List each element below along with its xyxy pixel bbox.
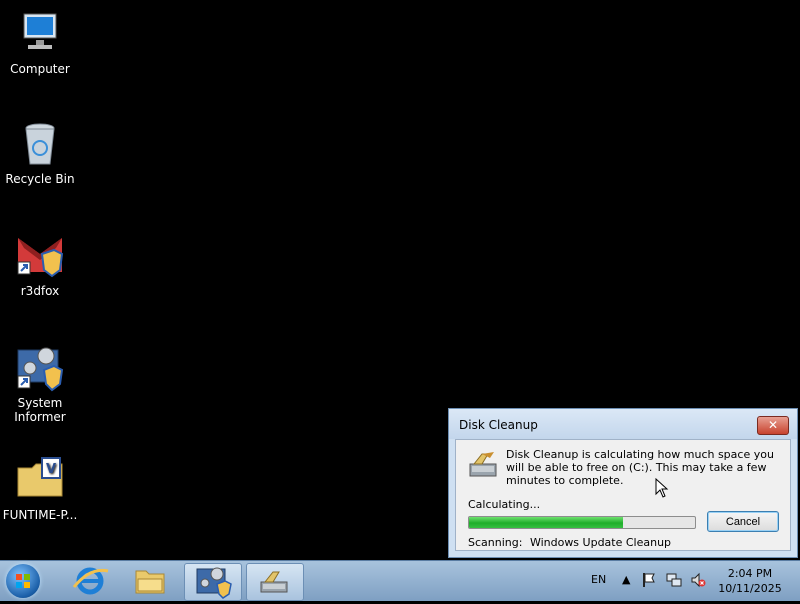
system-informer-icon — [16, 344, 64, 392]
desktop-icon-label: FUNTIME-P... — [2, 508, 78, 522]
taskbar-file-explorer[interactable] — [122, 563, 178, 599]
folder-icon: V — [16, 456, 64, 504]
clock[interactable]: 2:04 PM 10/11/2025 — [712, 566, 788, 596]
dialog-client-area: Disk Cleanup is calculating how much spa… — [455, 439, 791, 551]
taskbar-disk-cleanup[interactable] — [246, 563, 304, 601]
cancel-button[interactable]: Cancel — [707, 511, 779, 532]
internet-explorer-icon — [72, 567, 109, 595]
taskbar-internet-explorer[interactable] — [62, 563, 118, 599]
disk-cleanup-icon — [468, 450, 500, 482]
scanning-status: Scanning: Windows Update Cleanup — [468, 536, 671, 549]
network-icon[interactable] — [666, 572, 682, 592]
show-hidden-icons-icon[interactable]: ▲ — [622, 573, 630, 586]
recycle-bin-icon — [16, 120, 64, 168]
language-indicator[interactable]: EN — [591, 573, 606, 586]
scanning-label: Scanning: — [468, 536, 523, 549]
dialog-title: Disk Cleanup — [459, 418, 538, 432]
status-label: Calculating... — [468, 498, 541, 511]
dialog-message: Disk Cleanup is calculating how much spa… — [506, 448, 774, 487]
desktop-icon-computer[interactable]: Computer — [0, 10, 80, 76]
taskbar-system-informer[interactable] — [184, 563, 242, 601]
desktop-icon-system-informer[interactable]: System Informer — [0, 344, 80, 424]
action-center-flag-icon[interactable] — [642, 572, 656, 592]
scanning-value: Windows Update Cleanup — [529, 536, 672, 549]
file-explorer-icon — [135, 570, 165, 594]
r3dfox-icon — [16, 232, 64, 280]
dialog-titlebar[interactable]: Disk Cleanup ✕ — [449, 409, 797, 439]
disk-cleanup-dialog: Disk Cleanup ✕ Disk Cleanup is calculati… — [448, 408, 798, 558]
desktop-icon-label: Computer — [10, 62, 70, 76]
mouse-cursor — [655, 477, 669, 502]
close-button[interactable]: ✕ — [757, 416, 789, 435]
progress-bar — [468, 516, 696, 529]
disk-cleanup-icon — [260, 571, 288, 593]
desktop-icon-label: Informer — [14, 410, 66, 424]
desktop-icon-funtime[interactable]: V FUNTIME-P... — [0, 456, 80, 522]
desktop-icon-r3dfox[interactable]: r3dfox — [0, 232, 80, 298]
desktop-icon-label: r3dfox — [20, 284, 60, 298]
clock-date: 10/11/2025 — [718, 582, 782, 595]
svg-text:V: V — [46, 462, 56, 477]
computer-icon — [16, 10, 64, 58]
desktop-icon-label: Recycle Bin — [5, 172, 75, 186]
start-button[interactable] — [6, 564, 40, 598]
desktop-icon-recycle-bin[interactable]: Recycle Bin — [0, 120, 80, 186]
volume-muted-icon[interactable] — [690, 572, 706, 592]
clock-time: 2:04 PM — [727, 567, 773, 580]
progress-fill — [469, 517, 623, 528]
desktop-icon-label: System — [17, 396, 63, 410]
system-informer-icon — [196, 567, 232, 599]
taskbar: EN ▲ 2:04 PM 10/11/2025 — [0, 560, 800, 601]
